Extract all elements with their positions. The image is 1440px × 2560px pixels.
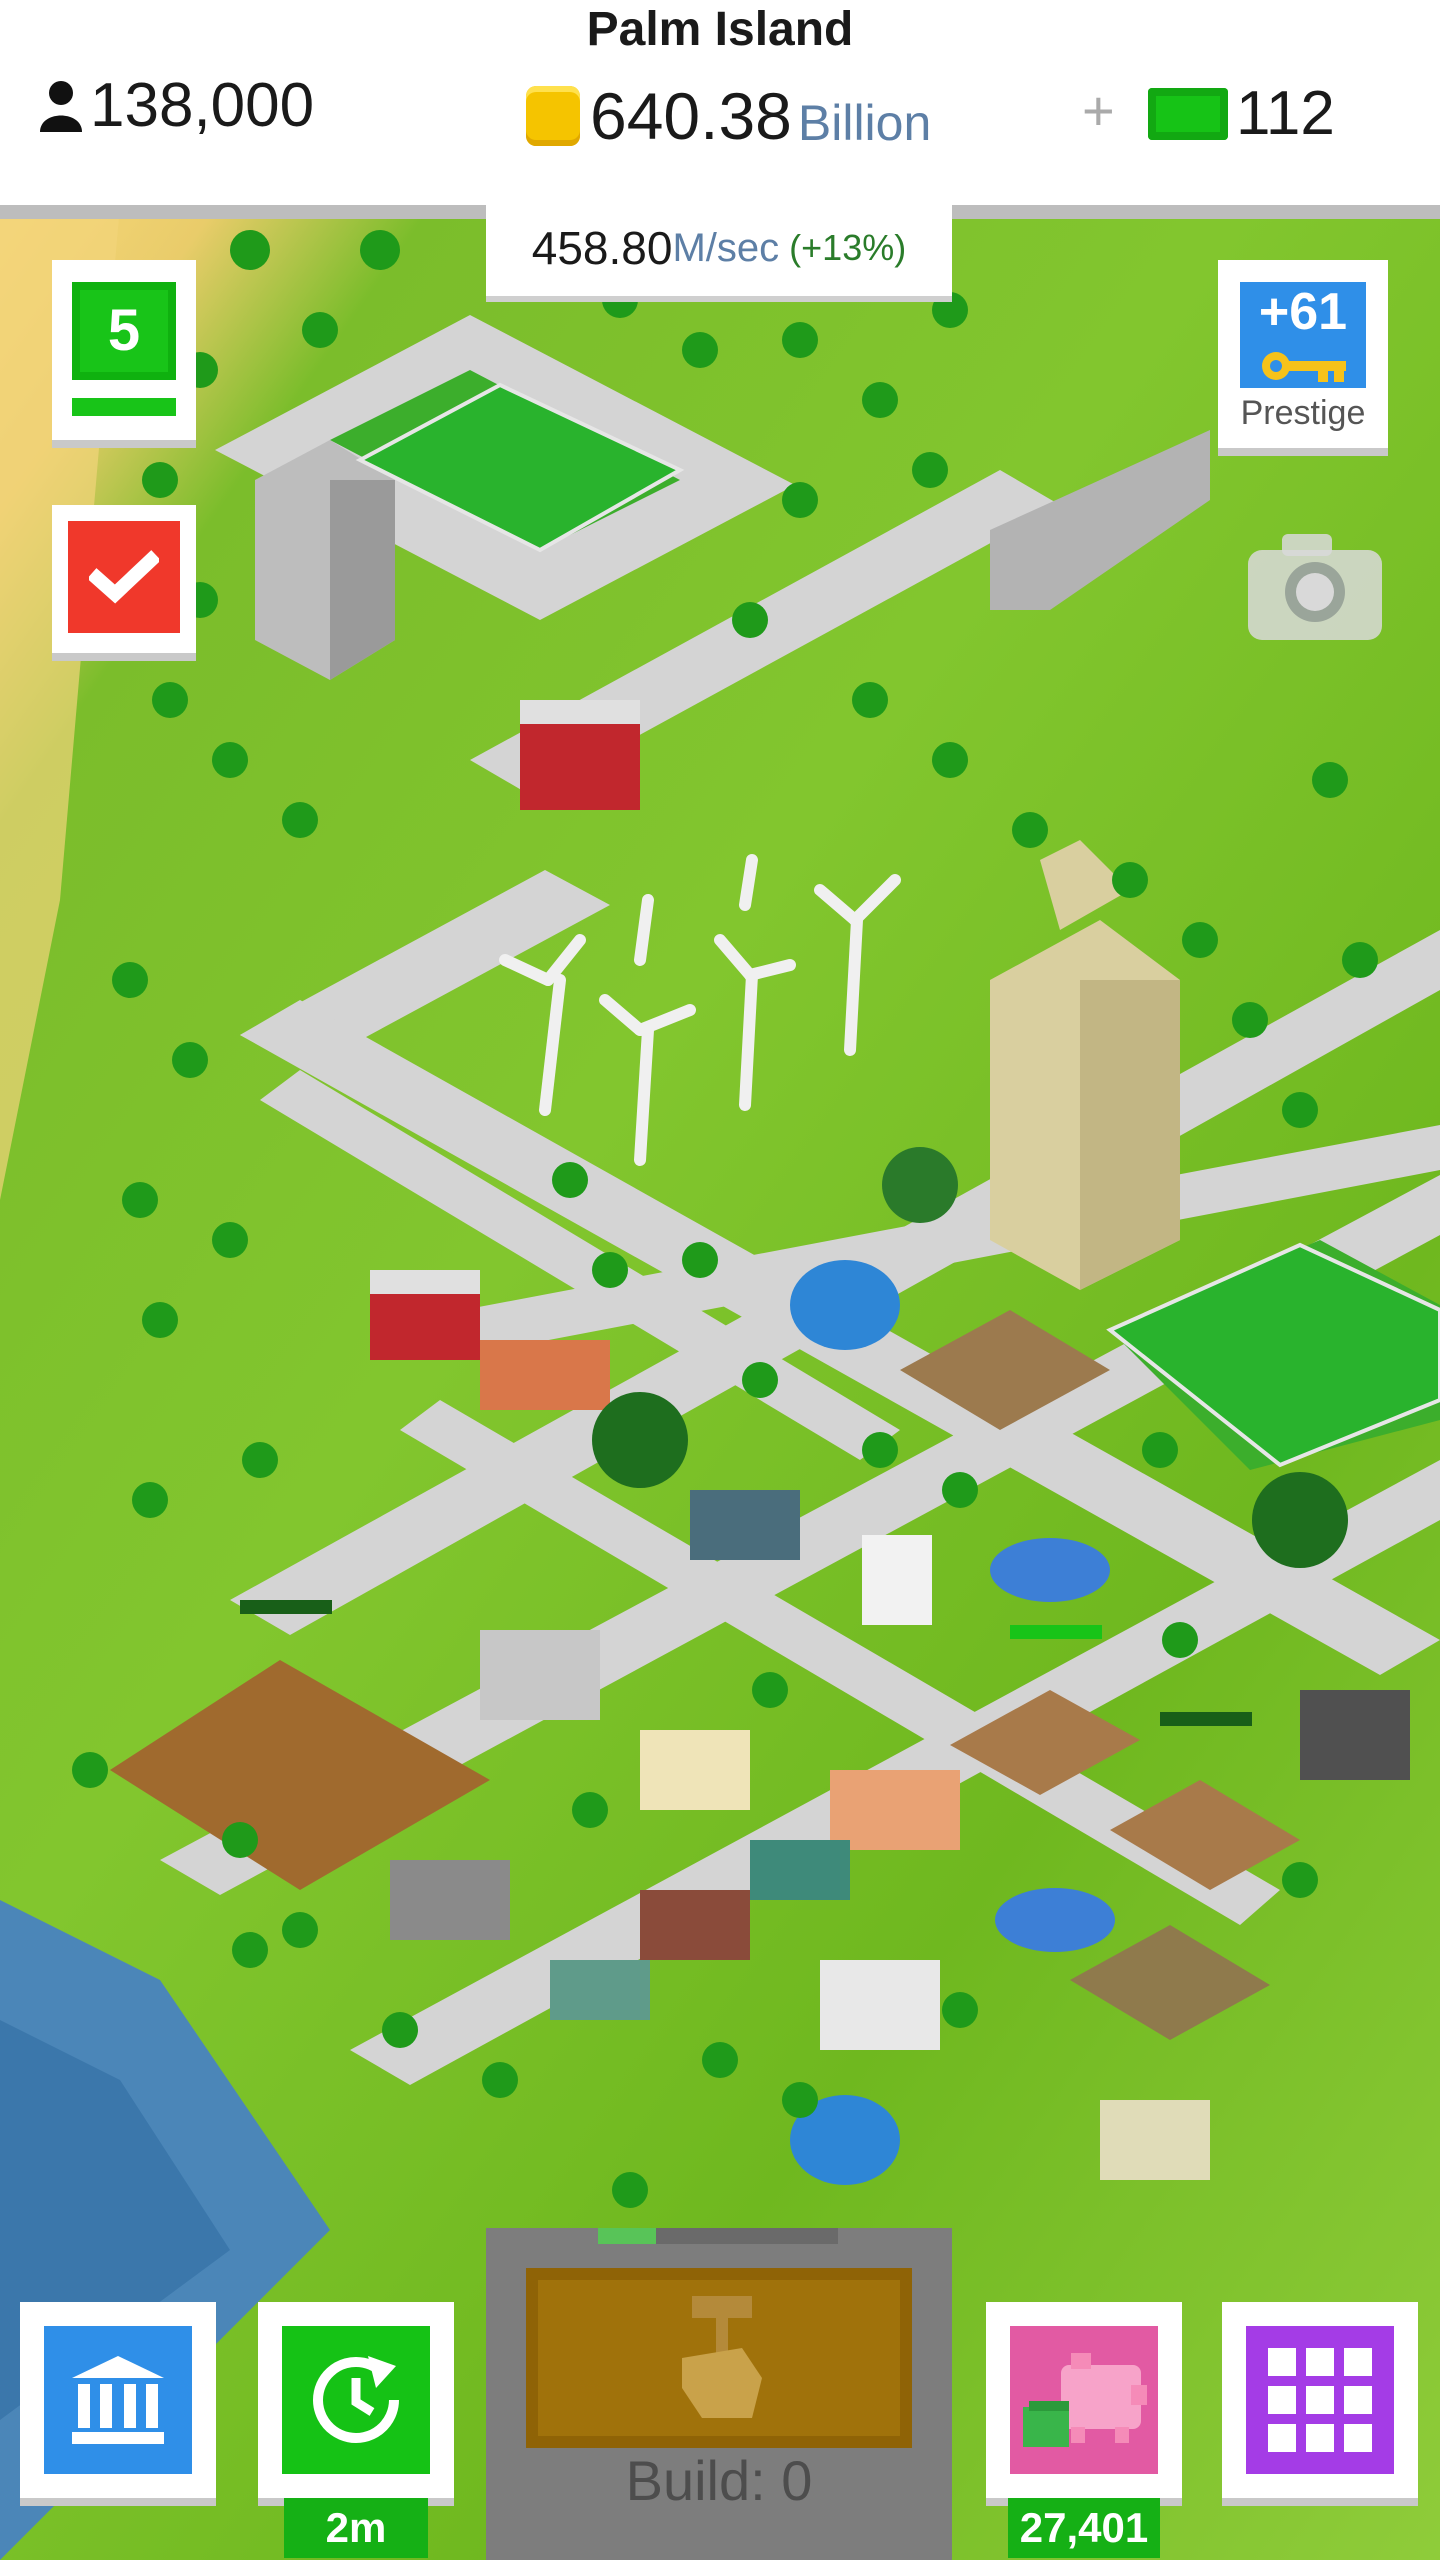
piggy-box <box>1010 2326 1158 2474</box>
coins-unit: Billion <box>797 95 932 151</box>
income-value: 458.80 <box>531 222 673 274</box>
top-bar: Palm Island 138,000 640.38 Billion + 112 <box>0 0 1440 205</box>
island-name: Palm Island <box>586 3 854 56</box>
bank-button[interactable] <box>20 2302 216 2498</box>
person-icon <box>40 80 82 132</box>
map-scene <box>0 205 1440 2560</box>
build-label: Build: 0 <box>625 2449 813 2512</box>
build-progress-bar <box>598 2228 838 2244</box>
coin-counter: 640.38 Billion <box>526 78 931 154</box>
piggy-bank-icon <box>1023 2353 1147 2447</box>
piggy-badge: 27,401 <box>1008 2498 1160 2558</box>
menu-grid-button[interactable] <box>1222 2302 1418 2498</box>
cash-value: 112 <box>1236 79 1335 148</box>
tasks-icon-box <box>68 521 180 633</box>
cash-counter[interactable]: 112 <box>1148 78 1335 149</box>
population-value: 138,000 <box>90 71 315 140</box>
prestige-label: Prestige <box>1240 394 1366 432</box>
income-unit: M/sec <box>672 225 780 270</box>
tasks-button[interactable] <box>52 505 196 653</box>
income-rate: 458.80 M/sec (+13%) <box>486 200 952 296</box>
income-bonus: (+13%) <box>789 227 907 268</box>
camera-icon[interactable] <box>1248 530 1382 640</box>
coins-value: 640.38 <box>590 79 792 153</box>
bank-box <box>44 2326 192 2474</box>
population-counter: 138,000 <box>38 70 314 141</box>
clock-refresh-icon <box>313 2356 399 2443</box>
timer-badge: 2m <box>284 2498 428 2558</box>
coin-icon <box>526 86 580 146</box>
grid-menu-icon <box>1268 2348 1372 2452</box>
boost-timer-button[interactable] <box>258 2302 454 2498</box>
grid-box <box>1246 2326 1394 2474</box>
checkmark-icon <box>89 550 159 604</box>
hammer-hand-icon <box>682 2296 762 2418</box>
bank-icon <box>72 2356 164 2444</box>
piggy-bank-button[interactable] <box>986 2302 1182 2498</box>
level-progress-bar <box>72 398 176 416</box>
cash-icon <box>1148 87 1228 140</box>
key-icon <box>1262 352 1346 382</box>
buy-cash-button[interactable]: + <box>1082 78 1115 143</box>
prestige-button[interactable]: +61 Prestige <box>1218 260 1388 448</box>
island-map[interactable] <box>0 205 1440 2560</box>
timer-box <box>282 2326 430 2474</box>
level-value: 5 <box>72 282 176 380</box>
prestige-value: +61 <box>1258 283 1348 341</box>
build-button[interactable]: Build: 0 <box>486 2228 952 2560</box>
level-button[interactable]: 5 <box>52 260 196 440</box>
